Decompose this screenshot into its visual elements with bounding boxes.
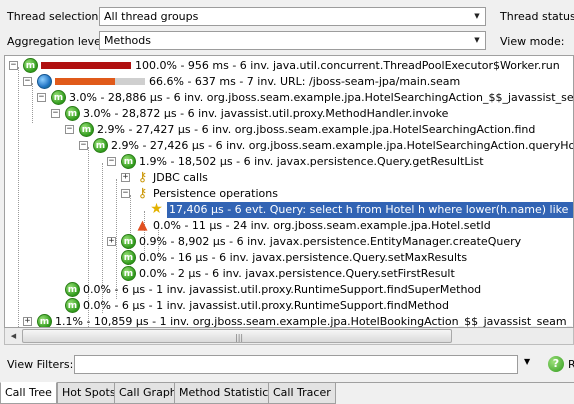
- collapse-icon[interactable]: −: [9, 61, 18, 70]
- method-icon: m: [65, 282, 80, 297]
- tree-row[interactable]: − m 2.9% - 27,426 µs - 6 inv. org.jboss.se…: [5, 138, 574, 154]
- method-icon: m: [121, 154, 136, 169]
- method-icon: m: [65, 106, 80, 121]
- aggregation-level-dropdown[interactable]: Methods ▼: [99, 31, 486, 50]
- expand-icon[interactable]: +: [121, 173, 130, 182]
- method-icon: m: [93, 138, 108, 153]
- time-percentage-bar-fill: [41, 62, 131, 69]
- tree-row-label: 2.9% - 27,427 µs - 6 inv. org.jboss.seam…: [97, 123, 536, 136]
- scrollbar-thumb[interactable]: |||: [22, 329, 452, 343]
- tree-row-label: 100.0% - 956 ms - 6 inv. java.util.concu…: [135, 59, 560, 72]
- collapse-icon[interactable]: −: [65, 125, 74, 134]
- filter-dropdown-chevron-icon[interactable]: ▼: [524, 357, 530, 366]
- tree-row[interactable]: m 0.0% - 2 µs - 6 inv. javax.persistence.…: [5, 266, 573, 282]
- tree-row-label: 0.0% - 11 µs - 24 inv. org.jboss.seam.ex…: [153, 219, 491, 232]
- aggregation-level-label: Aggregation level:: [7, 35, 108, 48]
- tab-call-tree[interactable]: Call Tree: [0, 382, 57, 404]
- collapse-icon[interactable]: −: [121, 189, 130, 198]
- view-mode-label: View mode:: [500, 35, 565, 48]
- method-icon: m: [79, 122, 94, 137]
- method-icon: m: [37, 314, 52, 327]
- method-icon: m: [121, 266, 136, 281]
- tree-row-label: 2.9% - 27,426 µs - 6 inv. org.jboss.seam…: [111, 139, 574, 152]
- tree-row-label: Persistence operations: [153, 187, 278, 200]
- collapse-icon[interactable]: −: [51, 109, 60, 118]
- key-icon: ⚷: [137, 186, 148, 201]
- help-icon[interactable]: ?: [548, 356, 564, 372]
- selected-row-label: 17,406 µs - 6 evt. Query: select h from …: [167, 202, 573, 218]
- method-icon: m: [23, 58, 38, 73]
- tab-method-statistics[interactable]: Method Statistics: [174, 383, 280, 404]
- collapse-icon[interactable]: −: [107, 157, 116, 166]
- tree-row-label: 1.1% - 10,859 µs - 1 inv. org.jboss.seam…: [55, 315, 573, 328]
- chevron-down-icon: ▼: [474, 12, 480, 20]
- globe-icon: [37, 74, 52, 89]
- tree-row-label: 0.0% - 16 µs - 6 inv. javax.persistence.…: [139, 251, 468, 264]
- tree-row-label: 66.6% - 637 ms - 7 inv. URL: /jboss-seam…: [149, 75, 461, 88]
- flame-icon: ▲: [137, 218, 148, 233]
- tab-hot-spots[interactable]: Hot Spots: [57, 383, 121, 404]
- horizontal-scrollbar[interactable]: ◀ |||: [4, 328, 574, 345]
- expand-icon[interactable]: +: [107, 237, 116, 246]
- tree-row[interactable]: ▲ 0.0% - 11 µs - 24 inv. org.jboss.seam.e…: [5, 218, 573, 234]
- thread-status-label: Thread status:: [500, 10, 574, 23]
- view-filters-input[interactable]: [74, 355, 518, 374]
- collapse-icon[interactable]: −: [23, 77, 32, 86]
- chevron-down-icon: ▼: [474, 36, 480, 44]
- tree-row[interactable]: − m 3.0% - 28,872 µs - 6 inv. javassist.ut…: [5, 106, 573, 122]
- view-tabs: Call Tree Hot Spots Call Graph Method St…: [0, 382, 574, 404]
- tree-row-label: 1.9% - 18,502 µs - 6 inv. javax.persiste…: [139, 155, 484, 168]
- tree-row-label: 0.0% - 6 µs - 1 inv. javassist.util.prox…: [83, 299, 449, 312]
- grip-icon: |||: [235, 333, 244, 342]
- tree-row-label: 0.0% - 6 µs - 1 inv. javassist.util.prox…: [83, 283, 482, 296]
- time-percentage-bar: [41, 62, 131, 69]
- time-percentage-bar: [55, 78, 145, 85]
- scroll-left-icon[interactable]: ◀: [6, 329, 21, 343]
- tab-call-tracer[interactable]: Call Tracer: [268, 383, 336, 404]
- collapse-icon[interactable]: −: [37, 93, 46, 102]
- collapse-icon[interactable]: −: [79, 141, 88, 150]
- call-tree[interactable]: − m 100.0% - 956 ms - 6 inv. java.util.con…: [4, 55, 574, 328]
- tree-row[interactable]: − 66.6% - 637 ms - 7 inv. URL: /jboss-sea…: [5, 74, 573, 90]
- method-icon: m: [65, 298, 80, 313]
- aggregation-level-value: Methods: [104, 34, 151, 47]
- method-icon: m: [121, 234, 136, 249]
- tree-row[interactable]: − m 1.9% - 18,502 µs - 6 inv. javax.persis…: [5, 154, 573, 170]
- time-percentage-bar-fill: [55, 78, 115, 85]
- tree-row-label: JDBC calls: [153, 171, 208, 184]
- method-icon: m: [121, 250, 136, 265]
- thread-selection-dropdown[interactable]: All thread groups ▼: [99, 7, 486, 26]
- expand-icon[interactable]: +: [23, 317, 32, 326]
- tree-row[interactable]: + m 1.1% - 10,859 µs - 1 inv. org.jboss.se…: [5, 314, 573, 328]
- tree-row-label: 3.0% - 28,872 µs - 6 inv. javassist.util…: [83, 107, 449, 120]
- thread-selection-value: All thread groups: [104, 10, 199, 23]
- tree-row-label: 0.0% - 2 µs - 6 inv. javax.persistence.Q…: [139, 267, 455, 280]
- view-filters-label: View Filters:: [7, 358, 74, 371]
- tree-row[interactable]: − m 100.0% - 956 ms - 6 inv. java.util.con…: [5, 58, 573, 74]
- filter-trailing-label: R: [568, 358, 574, 371]
- tree-row-label: 3.0% - 28,886 µs - 6 inv. org.jboss.seam…: [69, 91, 574, 104]
- tree-row-label: 0.9% - 8,902 µs - 6 inv. javax.persisten…: [139, 235, 522, 248]
- tree-row[interactable]: m 0.0% - 6 µs - 1 inv. javassist.util.pro…: [5, 298, 573, 314]
- tree-row[interactable]: m 0.0% - 6 µs - 1 inv. javassist.util.pro…: [5, 282, 573, 298]
- tree-row[interactable]: m 0.0% - 16 µs - 6 inv. javax.persistence…: [5, 250, 573, 266]
- thread-selection-label: Thread selection:: [7, 10, 103, 23]
- tree-row[interactable]: − ⚷ Persistence operations: [5, 186, 573, 202]
- tree-row[interactable]: + ⚷ JDBC calls: [5, 170, 573, 186]
- key-icon: ⚷: [137, 170, 148, 185]
- tree-row[interactable]: − m 3.0% - 28,886 µs - 6 inv. org.jboss.se…: [5, 90, 574, 106]
- view-filters-bar: View Filters: ▼ ? R: [0, 350, 574, 376]
- tree-row[interactable]: ★ 17,406 µs - 6 evt. Query: select h from…: [5, 201, 573, 218]
- tree-row[interactable]: + m 0.9% - 8,902 µs - 6 inv. javax.persist…: [5, 234, 573, 250]
- method-icon: m: [51, 90, 66, 105]
- tab-call-graph[interactable]: Call Graph: [114, 383, 182, 404]
- tree-row[interactable]: − m 2.9% - 27,427 µs - 6 inv. org.jboss.se…: [5, 122, 573, 138]
- star-icon: ★: [150, 201, 163, 217]
